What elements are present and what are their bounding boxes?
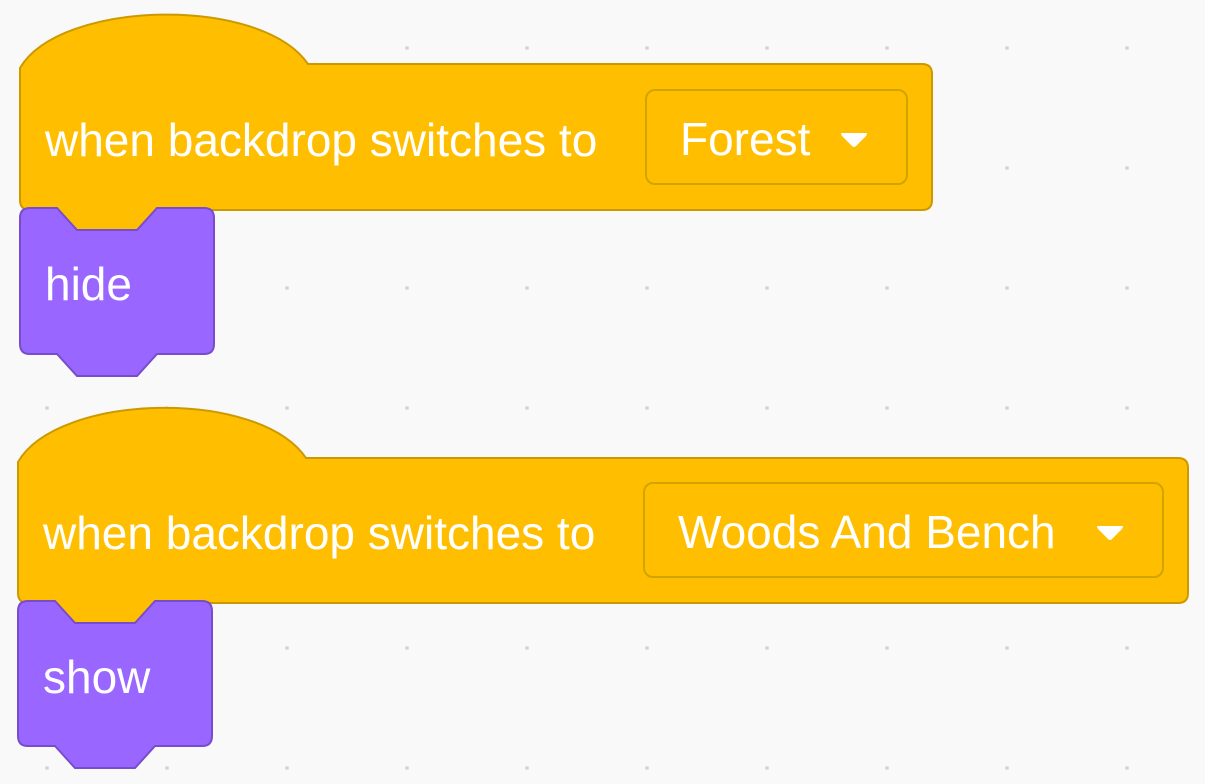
command-label-1: hide bbox=[45, 258, 132, 310]
triangle-down-icon bbox=[841, 133, 867, 147]
script-workspace[interactable]: when backdrop switches to Forest hide wh… bbox=[0, 0, 1205, 784]
backdrop-dropdown-2[interactable]: Woods And Bench bbox=[643, 482, 1164, 578]
triangle-down-icon bbox=[1097, 526, 1123, 540]
hat-label-2: when backdrop switches to bbox=[43, 507, 596, 559]
backdrop-dropdown-value-2: Woods And Bench bbox=[678, 506, 1056, 558]
hat-label-1: when backdrop switches to bbox=[45, 114, 598, 166]
backdrop-dropdown-value-1: Forest bbox=[680, 113, 811, 165]
backdrop-dropdown-1[interactable]: Forest bbox=[645, 89, 908, 185]
command-label-2: show bbox=[43, 651, 151, 703]
